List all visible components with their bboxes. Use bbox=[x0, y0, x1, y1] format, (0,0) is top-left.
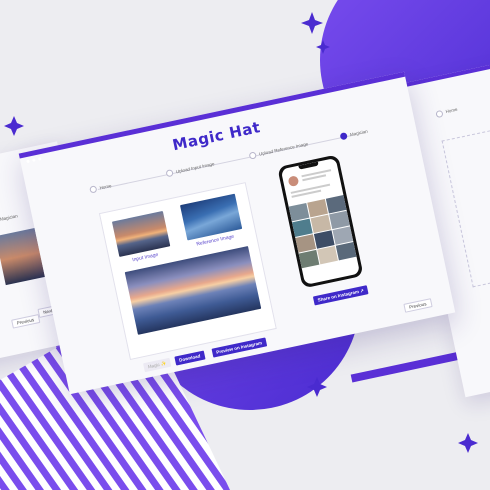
grid-photo[interactable] bbox=[335, 241, 357, 261]
step-label: Upload Reference Image bbox=[258, 141, 309, 157]
step-circle bbox=[248, 151, 257, 160]
side-left-previous-button[interactable]: Previous bbox=[11, 314, 40, 329]
step-circle-active bbox=[339, 132, 348, 141]
photo-grid bbox=[288, 195, 357, 269]
phone-preview bbox=[277, 154, 364, 289]
step-circle bbox=[165, 169, 174, 178]
phone-notch bbox=[298, 161, 319, 170]
side-left-step-label: Magician bbox=[0, 213, 19, 222]
window-controls bbox=[26, 157, 42, 164]
step-home[interactable]: Home bbox=[89, 182, 112, 194]
avatar bbox=[287, 175, 300, 188]
download-button[interactable]: Download bbox=[174, 350, 206, 366]
step-label: Upload Input Image bbox=[175, 161, 215, 175]
window-dot[interactable] bbox=[26, 159, 30, 164]
side-right-step-label: Home bbox=[445, 106, 458, 115]
sparkle-icon bbox=[458, 433, 478, 453]
share-instagram-button[interactable]: Share on Instagram ↗ bbox=[312, 285, 369, 306]
instagram-preview-screen bbox=[280, 157, 361, 285]
magic-button[interactable]: Magic ✨ bbox=[143, 357, 172, 373]
step-label: Magician bbox=[349, 128, 369, 138]
window-dot[interactable] bbox=[32, 158, 36, 162]
step-upload-reference[interactable]: Upload Reference Image bbox=[248, 140, 309, 160]
window-dot[interactable] bbox=[38, 157, 42, 161]
input-image[interactable] bbox=[111, 210, 171, 257]
grid-photo[interactable] bbox=[317, 245, 338, 265]
sparkle-icon bbox=[301, 12, 323, 34]
step-magician[interactable]: Magician bbox=[339, 128, 369, 141]
step-circle bbox=[89, 185, 98, 194]
side-right-step-circle bbox=[435, 109, 444, 119]
side-right-dropzone[interactable] bbox=[441, 128, 490, 288]
grid-photo[interactable] bbox=[298, 249, 320, 269]
previous-button[interactable]: Previous bbox=[403, 298, 433, 313]
input-image-label: Input Image bbox=[131, 251, 159, 264]
sparkle-icon bbox=[4, 116, 24, 136]
step-upload-input[interactable]: Upload Input Image bbox=[165, 160, 215, 178]
image-panel: Input Image Reference Image bbox=[98, 182, 277, 361]
step-label: Home bbox=[99, 183, 112, 191]
